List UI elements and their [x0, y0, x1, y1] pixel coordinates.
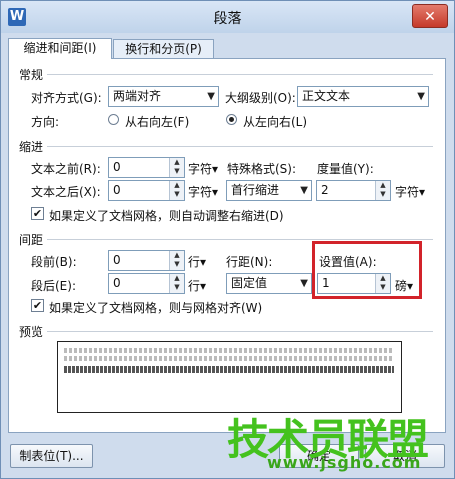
divider [47, 239, 433, 240]
tab-stops-button[interactable]: 制表位(T)... [10, 444, 93, 468]
outline-level-select[interactable]: 正文文本 ▼ [297, 86, 429, 107]
line-spacing-label: 行距(N): [226, 255, 273, 269]
tab-indent-spacing[interactable]: 缩进和间距(I) [8, 38, 112, 59]
indent-after-value: 0 [113, 183, 121, 197]
space-before-value: 0 [113, 253, 121, 267]
special-format-select[interactable]: 首行缩进 ▼ [226, 180, 312, 201]
chevron-down-icon: ▼ [300, 185, 308, 196]
divider [47, 146, 433, 147]
chevron-down-icon: ▼ [300, 278, 308, 289]
alignment-value: 两端对齐 [113, 89, 162, 103]
space-after-unit[interactable]: 行▾ [188, 277, 206, 294]
spinner-icon[interactable]: ▲ ▼ [169, 181, 184, 200]
dialog-title: 段落 [213, 11, 242, 27]
close-button[interactable]: ✕ [412, 4, 448, 28]
divider [47, 331, 433, 332]
spinner-icon[interactable]: ▲ ▼ [169, 251, 184, 270]
rtl-radio[interactable] [108, 114, 119, 125]
spinner-icon[interactable]: ▲ ▼ [375, 181, 390, 200]
preview-box [57, 341, 402, 413]
alignment-select[interactable]: 两端对齐 ▼ [108, 86, 219, 107]
auto-adjust-label: 如果定义了文档网格，则自动调整右缩进(D) [49, 209, 284, 223]
indent-before-label: 文本之前(R): [31, 162, 101, 176]
spacing-heading: 间距 [19, 233, 44, 247]
measure-input[interactable]: 2 ▲ ▼ [316, 180, 391, 201]
spinner-icon[interactable]: ▲ ▼ [169, 158, 184, 177]
space-after-label: 段后(E): [31, 279, 76, 293]
spinner-icon[interactable]: ▲ ▼ [169, 274, 184, 293]
line-spacing-select[interactable]: 固定值 ▼ [226, 273, 312, 294]
indent-before-input[interactable]: 0 ▲ ▼ [108, 157, 185, 178]
special-format-label: 特殊格式(S): [227, 162, 297, 176]
chevron-down-icon: ▼ [417, 91, 425, 102]
divider [47, 74, 433, 75]
chevron-down-icon: ▼ [207, 91, 215, 102]
space-after-input[interactable]: 0 ▲ ▼ [108, 273, 185, 294]
preview-heading: 预览 [19, 325, 44, 339]
direction-label: 方向: [31, 115, 60, 129]
measure-unit[interactable]: 字符▾ [395, 183, 425, 200]
alignment-label: 对齐方式(G): [31, 91, 102, 105]
snap-to-grid-checkbox[interactable]: ✔ [31, 299, 44, 312]
indent-after-label: 文本之后(X): [31, 185, 101, 199]
space-before-input[interactable]: 0 ▲ ▼ [108, 250, 185, 271]
title-bar: W 段落 ✕ [1, 1, 454, 33]
indent-before-unit[interactable]: 字符▾ [188, 160, 218, 177]
tab-line-page-breaks[interactable]: 换行和分页(P) [113, 39, 214, 59]
space-before-unit[interactable]: 行▾ [188, 253, 206, 270]
watermark-url: www.jsgho.com [267, 453, 422, 472]
ltr-radio[interactable] [226, 114, 237, 125]
space-after-value: 0 [113, 276, 121, 290]
space-before-label: 段前(B): [31, 255, 77, 269]
snap-to-grid-label: 如果定义了文档网格，则与网格对齐(W) [49, 301, 263, 315]
indent-heading: 缩进 [19, 140, 44, 154]
general-heading: 常规 [19, 68, 44, 82]
outline-level-value: 正文文本 [302, 89, 351, 103]
measure-value: 2 [321, 183, 329, 197]
ltr-label: 从左向右(L) [243, 115, 308, 129]
line-spacing-value: 固定值 [231, 276, 268, 290]
indent-after-unit[interactable]: 字符▾ [188, 183, 218, 200]
preview-current-paragraph [64, 366, 394, 373]
measure-label: 度量值(Y): [317, 162, 374, 176]
rtl-label: 从右向左(F) [125, 115, 190, 129]
indent-before-value: 0 [113, 160, 121, 174]
preview-prev-paragraph [64, 356, 394, 361]
highlight-box [312, 241, 422, 299]
outline-level-label: 大纲级别(O): [225, 91, 296, 105]
preview-prev-paragraph [64, 348, 394, 353]
indent-after-input[interactable]: 0 ▲ ▼ [108, 180, 185, 201]
paragraph-dialog: W 段落 ✕ 缩进和间距(I) 换行和分页(P) 常规 对齐方式(G): 两端对… [0, 0, 455, 479]
special-format-value: 首行缩进 [231, 183, 280, 197]
auto-adjust-checkbox[interactable]: ✔ [31, 207, 44, 220]
